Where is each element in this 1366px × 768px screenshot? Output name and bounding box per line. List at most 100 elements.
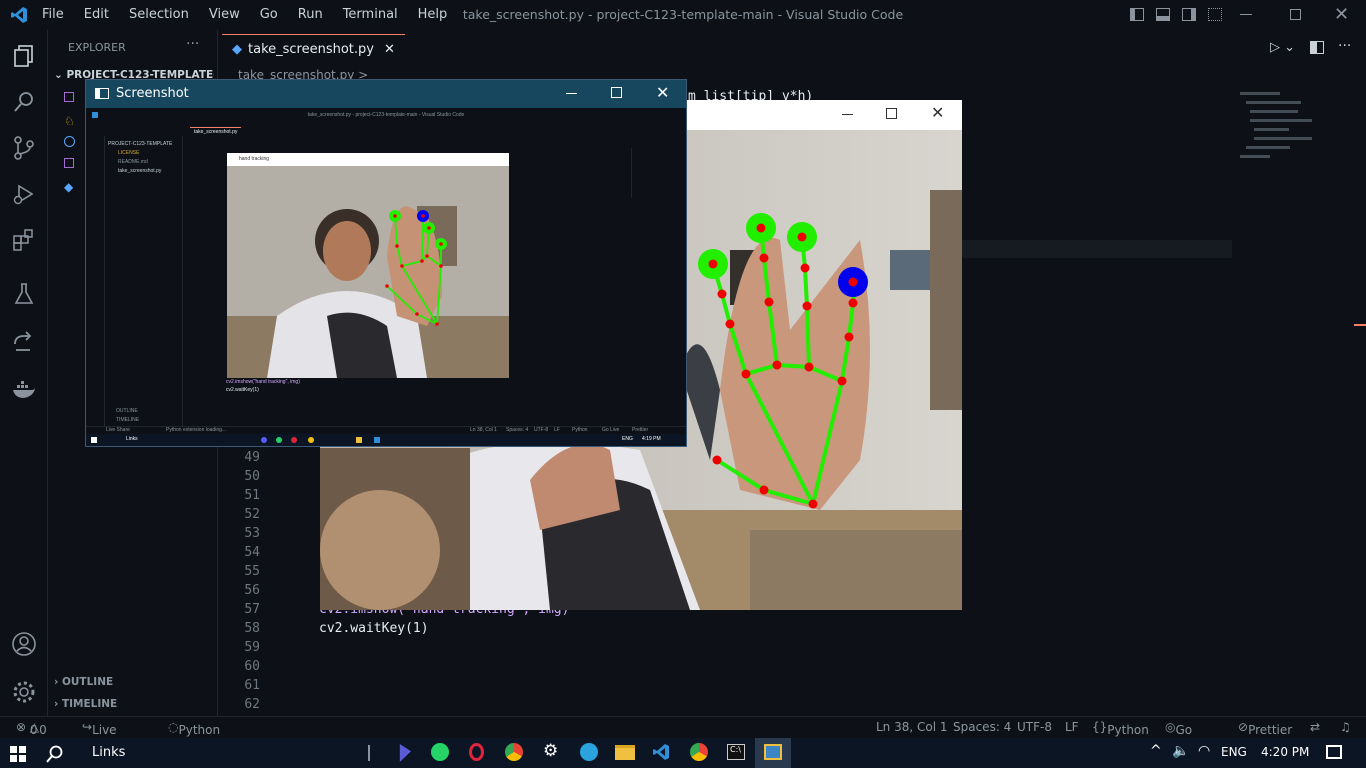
source-control-icon[interactable] <box>10 134 38 162</box>
line-number: 57 <box>244 602 260 617</box>
settings-gear-icon[interactable]: ⚙ <box>543 741 558 761</box>
notifications-icon[interactable]: ♫ <box>1340 720 1351 734</box>
live-share-status[interactable]: ↪ Live Share <box>82 720 127 751</box>
timeline-section[interactable]: › TIMELINE <box>54 698 117 710</box>
notification-center-icon[interactable] <box>1326 745 1342 759</box>
minimize-icon[interactable] <box>1240 14 1252 15</box>
inner-window-title: take_screenshot.py - project-C123-templa… <box>307 112 465 118</box>
inner-app-icon <box>374 437 380 443</box>
maximize-icon[interactable] <box>611 87 622 98</box>
toggle-secondary-sidebar-icon[interactable] <box>1182 8 1196 21</box>
outline-section[interactable]: › OUTLINE <box>54 676 113 688</box>
clock[interactable]: 4:20 PM <box>1261 745 1309 759</box>
more-actions-icon[interactable]: ··· <box>1338 38 1351 54</box>
vscode-logo-icon <box>11 7 27 23</box>
restore-icon[interactable] <box>1290 9 1301 20</box>
indentation[interactable]: Spaces: 4 <box>953 720 1011 734</box>
more-actions-icon[interactable]: ··· <box>186 36 199 52</box>
live-share-icon[interactable] <box>10 328 38 356</box>
show-hidden-icons-icon[interactable]: ^ <box>1150 743 1162 759</box>
minimize-icon[interactable] <box>842 114 853 115</box>
search-icon[interactable] <box>10 88 38 116</box>
run-debug-icon[interactable] <box>10 180 38 208</box>
inner-app-icon <box>356 437 362 443</box>
customize-layout-icon[interactable] <box>1208 8 1222 21</box>
line-number: 54 <box>244 545 260 560</box>
split-editor-icon[interactable] <box>1310 41 1324 54</box>
toggle-panel-icon[interactable] <box>1156 8 1170 21</box>
maximize-icon[interactable] <box>886 108 897 119</box>
language-mode[interactable]: {} Python <box>1092 720 1149 737</box>
screenshot-titlebar: Screenshot ✕ <box>86 80 686 108</box>
prettier-button[interactable]: ⊘ Prettier <box>1238 720 1292 737</box>
menu-edit[interactable]: Edit <box>84 7 109 22</box>
close-icon[interactable]: ✕ <box>1334 4 1349 25</box>
inner-status-item: Spaces: 4 <box>506 427 529 433</box>
whatsapp-icon[interactable] <box>431 743 449 761</box>
menu-file[interactable]: File <box>42 7 64 22</box>
vscode-taskbar-icon[interactable] <box>652 743 670 761</box>
wifi-icon[interactable]: ◠ <box>1198 743 1210 759</box>
extensions-icon[interactable] <box>10 226 38 254</box>
opera-icon[interactable] <box>469 743 484 761</box>
tab-take-screenshot[interactable]: ◆ take_screenshot.py ✕ <box>222 34 405 64</box>
docker-icon[interactable] <box>10 376 38 404</box>
tab-close-icon[interactable]: ✕ <box>384 42 395 57</box>
close-icon[interactable]: ✕ <box>931 103 944 122</box>
feedback-icon[interactable]: ⇄ <box>1310 720 1320 734</box>
run-file-icon[interactable]: ▷ ⌄ <box>1270 40 1295 55</box>
inner-status-item: UTF-8 <box>534 427 549 433</box>
accounts-icon[interactable] <box>10 630 38 658</box>
inner-tab: take_screenshot.py <box>190 127 242 136</box>
terminal-icon[interactable]: C:\ <box>727 744 745 760</box>
settings-gear-icon[interactable] <box>10 678 38 706</box>
close-icon[interactable]: ✕ <box>656 83 669 102</box>
language-indicator[interactable]: ENG <box>1221 745 1247 759</box>
cursor-position[interactable]: Ln 38, Col 1 <box>876 720 948 734</box>
prettier-label: Prettier <box>1248 723 1293 737</box>
encoding[interactable]: UTF-8 <box>1017 720 1052 734</box>
inner-status-item: Python extension loading... <box>166 427 227 433</box>
menu-help[interactable]: Help <box>418 7 448 22</box>
inner-hand-titlebar: hand tracking <box>227 153 509 166</box>
menu-view[interactable]: View <box>209 7 240 22</box>
go-live-button[interactable]: ◎ Go Live <box>1165 720 1200 751</box>
testing-icon[interactable] <box>10 280 38 308</box>
minimize-icon[interactable] <box>566 93 577 94</box>
menu-terminal[interactable]: Terminal <box>343 7 398 22</box>
menu-selection[interactable]: Selection <box>129 7 189 22</box>
info-file-icon[interactable] <box>64 136 75 147</box>
python-app-icon <box>764 744 782 760</box>
toggle-sidebar-icon[interactable] <box>1130 8 1144 21</box>
inner-divider <box>182 136 183 426</box>
image-file-icon[interactable] <box>64 158 74 168</box>
windows-start-icon[interactable] <box>10 746 26 762</box>
chrome-icon[interactable] <box>505 743 523 761</box>
minimap[interactable] <box>1240 86 1320 206</box>
active-app-highlight[interactable] <box>755 738 791 768</box>
inner-divider <box>104 136 105 426</box>
warnings-count: 0 <box>39 723 47 737</box>
problems-indicator[interactable]: ⊗ 0 △ 0 <box>16 720 47 737</box>
screenshot-window[interactable]: Screenshot ✕ take_screenshot.py - projec… <box>85 79 687 447</box>
inner-timeline: TIMELINE <box>116 417 140 423</box>
menu-bar: File Edit Selection View Go Run Terminal Help <box>42 7 467 22</box>
explorer-icon[interactable] <box>10 42 38 70</box>
license-file-icon[interactable]: ♘ <box>64 114 75 128</box>
file-icon[interactable] <box>64 92 74 102</box>
python-status[interactable]: ◌ Python extension loading... <box>168 720 237 765</box>
windows-taskbar: Links ⚙ C:\ ^ 🔈 ◠ ENG 4:20 PM <box>0 738 1366 768</box>
inner-hand-window: hand tracking <box>227 153 509 378</box>
menu-go[interactable]: Go <box>260 7 278 22</box>
taskbar-search-label[interactable]: Links <box>92 745 125 760</box>
chrome-icon[interactable] <box>690 743 708 761</box>
file-explorer-icon[interactable] <box>615 745 635 760</box>
power-automate-icon[interactable] <box>399 744 411 762</box>
telegram-icon[interactable] <box>580 743 598 761</box>
menu-run[interactable]: Run <box>298 7 323 22</box>
python-file-icon[interactable]: ◆ <box>64 180 73 194</box>
inner-taskbar-search: Links <box>126 436 138 442</box>
line-ending[interactable]: LF <box>1065 720 1079 734</box>
search-icon[interactable] <box>46 745 64 763</box>
volume-icon[interactable]: 🔈 <box>1172 743 1189 759</box>
